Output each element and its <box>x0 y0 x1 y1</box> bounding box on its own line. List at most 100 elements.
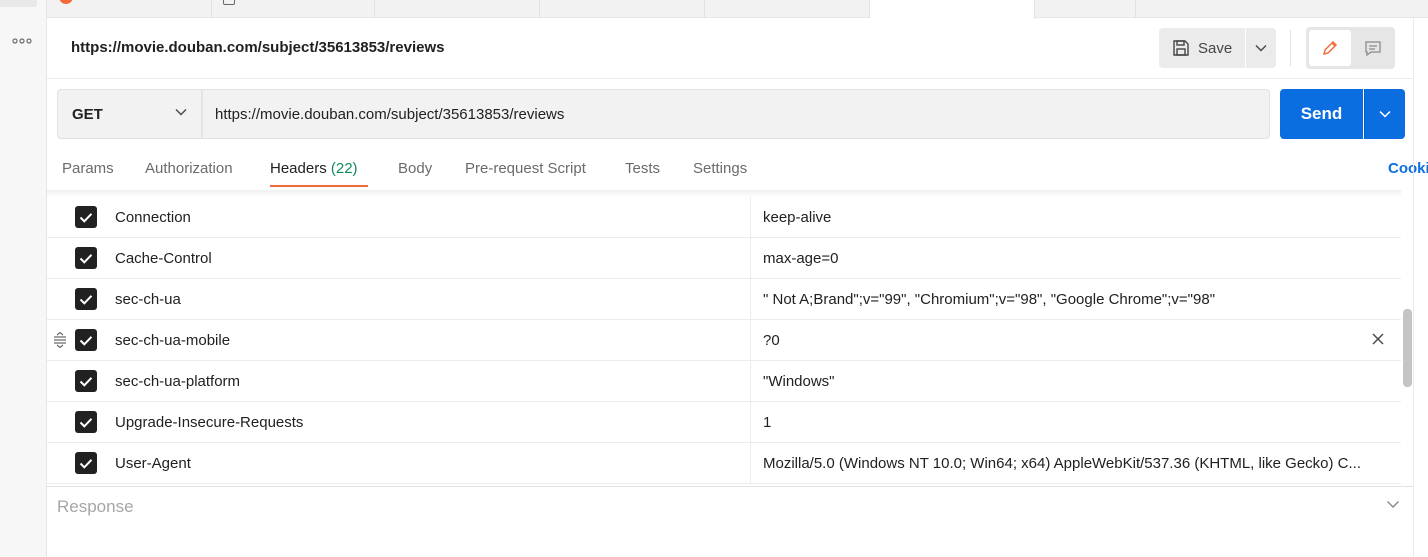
header-checkbox[interactable] <box>75 247 97 269</box>
view-mode-toggle <box>1306 27 1395 69</box>
check-icon <box>79 417 93 428</box>
headers-table: Connection keep-alive Cache-Control max-… <box>47 190 1413 486</box>
header-value[interactable]: keep-alive <box>763 209 1383 226</box>
header-key[interactable]: Cache-Control <box>115 250 212 267</box>
header-value[interactable]: 1 <box>763 414 1383 431</box>
send-options-button[interactable] <box>1364 89 1405 139</box>
request-name[interactable]: https://movie.douban.com/subject/3561385… <box>71 39 444 56</box>
table-row[interactable]: Cache-Control max-age=0 <box>47 238 1401 279</box>
scroll-shadow <box>47 190 1413 197</box>
request-tab[interactable] <box>47 0 235 18</box>
save-options-button[interactable] <box>1246 28 1276 68</box>
chevron-down-icon[interactable] <box>1386 500 1400 509</box>
rail-top-item[interactable] <box>0 0 37 7</box>
pane-edge <box>1413 18 1414 557</box>
save-label: Save <box>1198 39 1233 57</box>
tab-label: Headers <box>270 160 327 177</box>
send-label: Send <box>1300 104 1343 123</box>
check-icon <box>79 376 93 387</box>
active-tab-indicator <box>270 185 368 187</box>
header-key[interactable]: sec-ch-ua <box>115 291 181 308</box>
tab-params[interactable]: Params <box>62 160 114 177</box>
table-row[interactable]: sec-ch-ua " Not A;Brand";v="99", "Chromi… <box>47 279 1401 320</box>
request-tab-active[interactable] <box>870 0 1035 19</box>
pencil-icon <box>1322 40 1338 56</box>
chevron-down-icon <box>175 109 187 116</box>
new-tab-button[interactable] <box>1035 0 1136 18</box>
cookies-link[interactable]: Cookies <box>1388 160 1428 177</box>
column-divider <box>750 320 751 361</box>
header-checkbox[interactable] <box>75 329 97 351</box>
tab-label: Body <box>398 160 433 177</box>
header-key[interactable]: Connection <box>115 209 191 226</box>
header-checkbox[interactable] <box>75 452 97 474</box>
drag-handle-icon[interactable] <box>53 332 67 348</box>
url-input[interactable] <box>202 89 1270 139</box>
save-icon <box>1173 40 1189 56</box>
column-divider <box>750 279 751 320</box>
save-button[interactable]: Save <box>1159 28 1245 68</box>
left-rail <box>0 0 47 557</box>
header-key[interactable]: Upgrade-Insecure-Requests <box>115 414 303 431</box>
comment-mode-button[interactable] <box>1353 30 1393 66</box>
tab-label: Authorization <box>145 160 233 177</box>
table-row[interactable]: Upgrade-Insecure-Requests 1 <box>47 402 1401 443</box>
table-row[interactable]: sec-ch-ua-mobile ?0 <box>47 320 1401 361</box>
check-icon <box>79 458 93 469</box>
check-icon <box>79 335 93 346</box>
header-value[interactable]: max-age=0 <box>763 250 1383 267</box>
header-checkbox[interactable] <box>75 206 97 228</box>
method-select[interactable]: GET <box>57 89 202 139</box>
request-tab[interactable] <box>705 0 870 18</box>
tab-label: Params <box>62 160 114 177</box>
tab-headers[interactable]: Headers (22) <box>270 160 358 177</box>
column-divider <box>750 402 751 443</box>
send-button[interactable]: Send <box>1280 89 1363 139</box>
request-section-tabs: Params Authorization Headers (22) Body P… <box>47 152 1428 190</box>
column-divider <box>750 238 751 279</box>
request-tab[interactable] <box>375 0 540 18</box>
header-checkbox[interactable] <box>75 411 97 433</box>
more-icon[interactable] <box>12 34 32 48</box>
header-value[interactable]: " Not A;Brand";v="99", "Chromium";v="98"… <box>763 291 1383 308</box>
table-row[interactable]: Connection keep-alive <box>47 197 1401 238</box>
request-tab[interactable] <box>540 0 705 18</box>
tab-tests[interactable]: Tests <box>625 160 660 177</box>
header-key[interactable]: User-Agent <box>115 455 191 472</box>
header-value[interactable]: Mozilla/5.0 (Windows NT 10.0; Win64; x64… <box>763 455 1383 472</box>
header-value[interactable]: ?0 <box>763 332 1383 349</box>
comment-icon <box>1365 41 1381 57</box>
header-key[interactable]: sec-ch-ua-platform <box>115 373 240 390</box>
tab-authorization[interactable]: Authorization <box>145 160 233 177</box>
check-icon <box>79 253 93 264</box>
check-icon <box>79 212 93 223</box>
response-divider[interactable] <box>47 486 1413 487</box>
request-tab-strip <box>47 0 1428 19</box>
toolbar-divider <box>1290 30 1291 66</box>
tab-body[interactable]: Body <box>398 160 432 177</box>
chevron-down-icon <box>1379 110 1391 118</box>
table-row[interactable]: User-Agent Mozilla/5.0 (Windows NT 10.0;… <box>47 443 1401 484</box>
method-label: GET <box>72 105 103 123</box>
scrollbar-thumb[interactable] <box>1403 309 1412 387</box>
column-divider <box>750 197 751 238</box>
tab-label: Tests <box>625 160 661 177</box>
header-key[interactable]: sec-ch-ua-mobile <box>115 332 230 349</box>
header-checkbox[interactable] <box>75 370 97 392</box>
tab-pre-request-script[interactable]: Pre-request Script <box>465 160 586 177</box>
tab-settings[interactable]: Settings <box>693 160 747 177</box>
close-icon[interactable] <box>1371 332 1385 346</box>
column-divider <box>750 361 751 402</box>
divider <box>47 78 1413 79</box>
chevron-down-icon <box>1255 45 1267 52</box>
request-tab[interactable] <box>212 0 375 18</box>
check-icon <box>79 294 93 305</box>
tab-label: Pre-request Script <box>465 160 586 177</box>
header-checkbox[interactable] <box>75 288 97 310</box>
postman-logo-icon <box>59 0 73 4</box>
header-value[interactable]: "Windows" <box>763 373 1383 390</box>
edit-mode-button[interactable] <box>1309 30 1351 66</box>
response-label[interactable]: Response <box>57 497 134 517</box>
column-divider <box>750 443 751 484</box>
table-row[interactable]: sec-ch-ua-platform "Windows" <box>47 361 1401 402</box>
